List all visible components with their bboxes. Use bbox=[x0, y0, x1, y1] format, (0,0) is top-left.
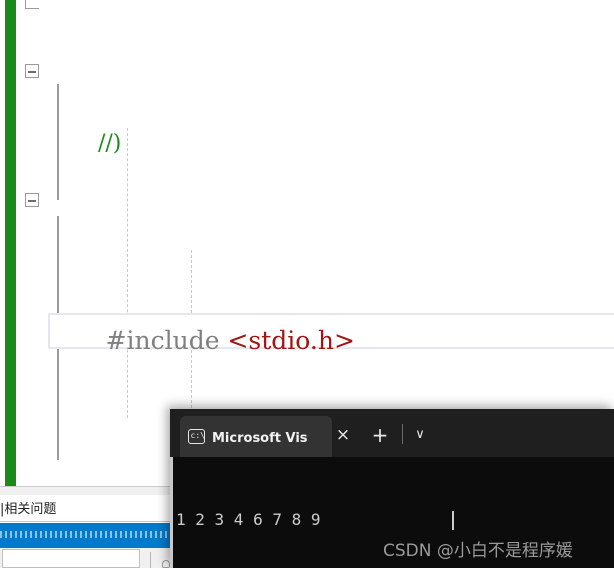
error-list-label: |相关问题 bbox=[0, 502, 57, 517]
chevron-down-icon[interactable]: ∨ bbox=[410, 427, 430, 443]
terminal-titlebar[interactable]: Microsoft Visual Studio 调试控 × + ∨ bbox=[170, 409, 614, 457]
token-include-directive: #include bbox=[105, 326, 220, 355]
terminal-tab-title: Microsoft Visual Studio 调试控 bbox=[212, 431, 308, 446]
bottom-separator bbox=[150, 552, 151, 568]
toolbar-divider bbox=[402, 424, 403, 444]
terminal-line: 1 2 3 4 6 7 8 9 bbox=[176, 510, 321, 529]
close-icon[interactable]: × bbox=[335, 427, 351, 444]
code-line-include[interactable]: #include <stdio.h> bbox=[0, 276, 614, 355]
bottom-input-box[interactable] bbox=[2, 549, 140, 568]
terminal-cursor bbox=[452, 511, 454, 530]
csdn-watermark: CSDN @小白不是程序媛 bbox=[383, 541, 573, 561]
screenshot-root: //) #include <stdio.h> int main ( ) { in… bbox=[0, 0, 614, 568]
token-comment: //) bbox=[97, 131, 122, 156]
terminal-tab[interactable]: Microsoft Visual Studio 调试控 bbox=[180, 416, 332, 457]
lock-icon bbox=[162, 560, 170, 568]
code-line-comment[interactable]: //) bbox=[0, 129, 614, 155]
new-tab-icon[interactable]: + bbox=[371, 425, 389, 445]
console-cmd-icon bbox=[188, 429, 205, 444]
token-include-header: <stdio.h> bbox=[227, 326, 355, 355]
terminal-left-edge bbox=[170, 457, 173, 568]
